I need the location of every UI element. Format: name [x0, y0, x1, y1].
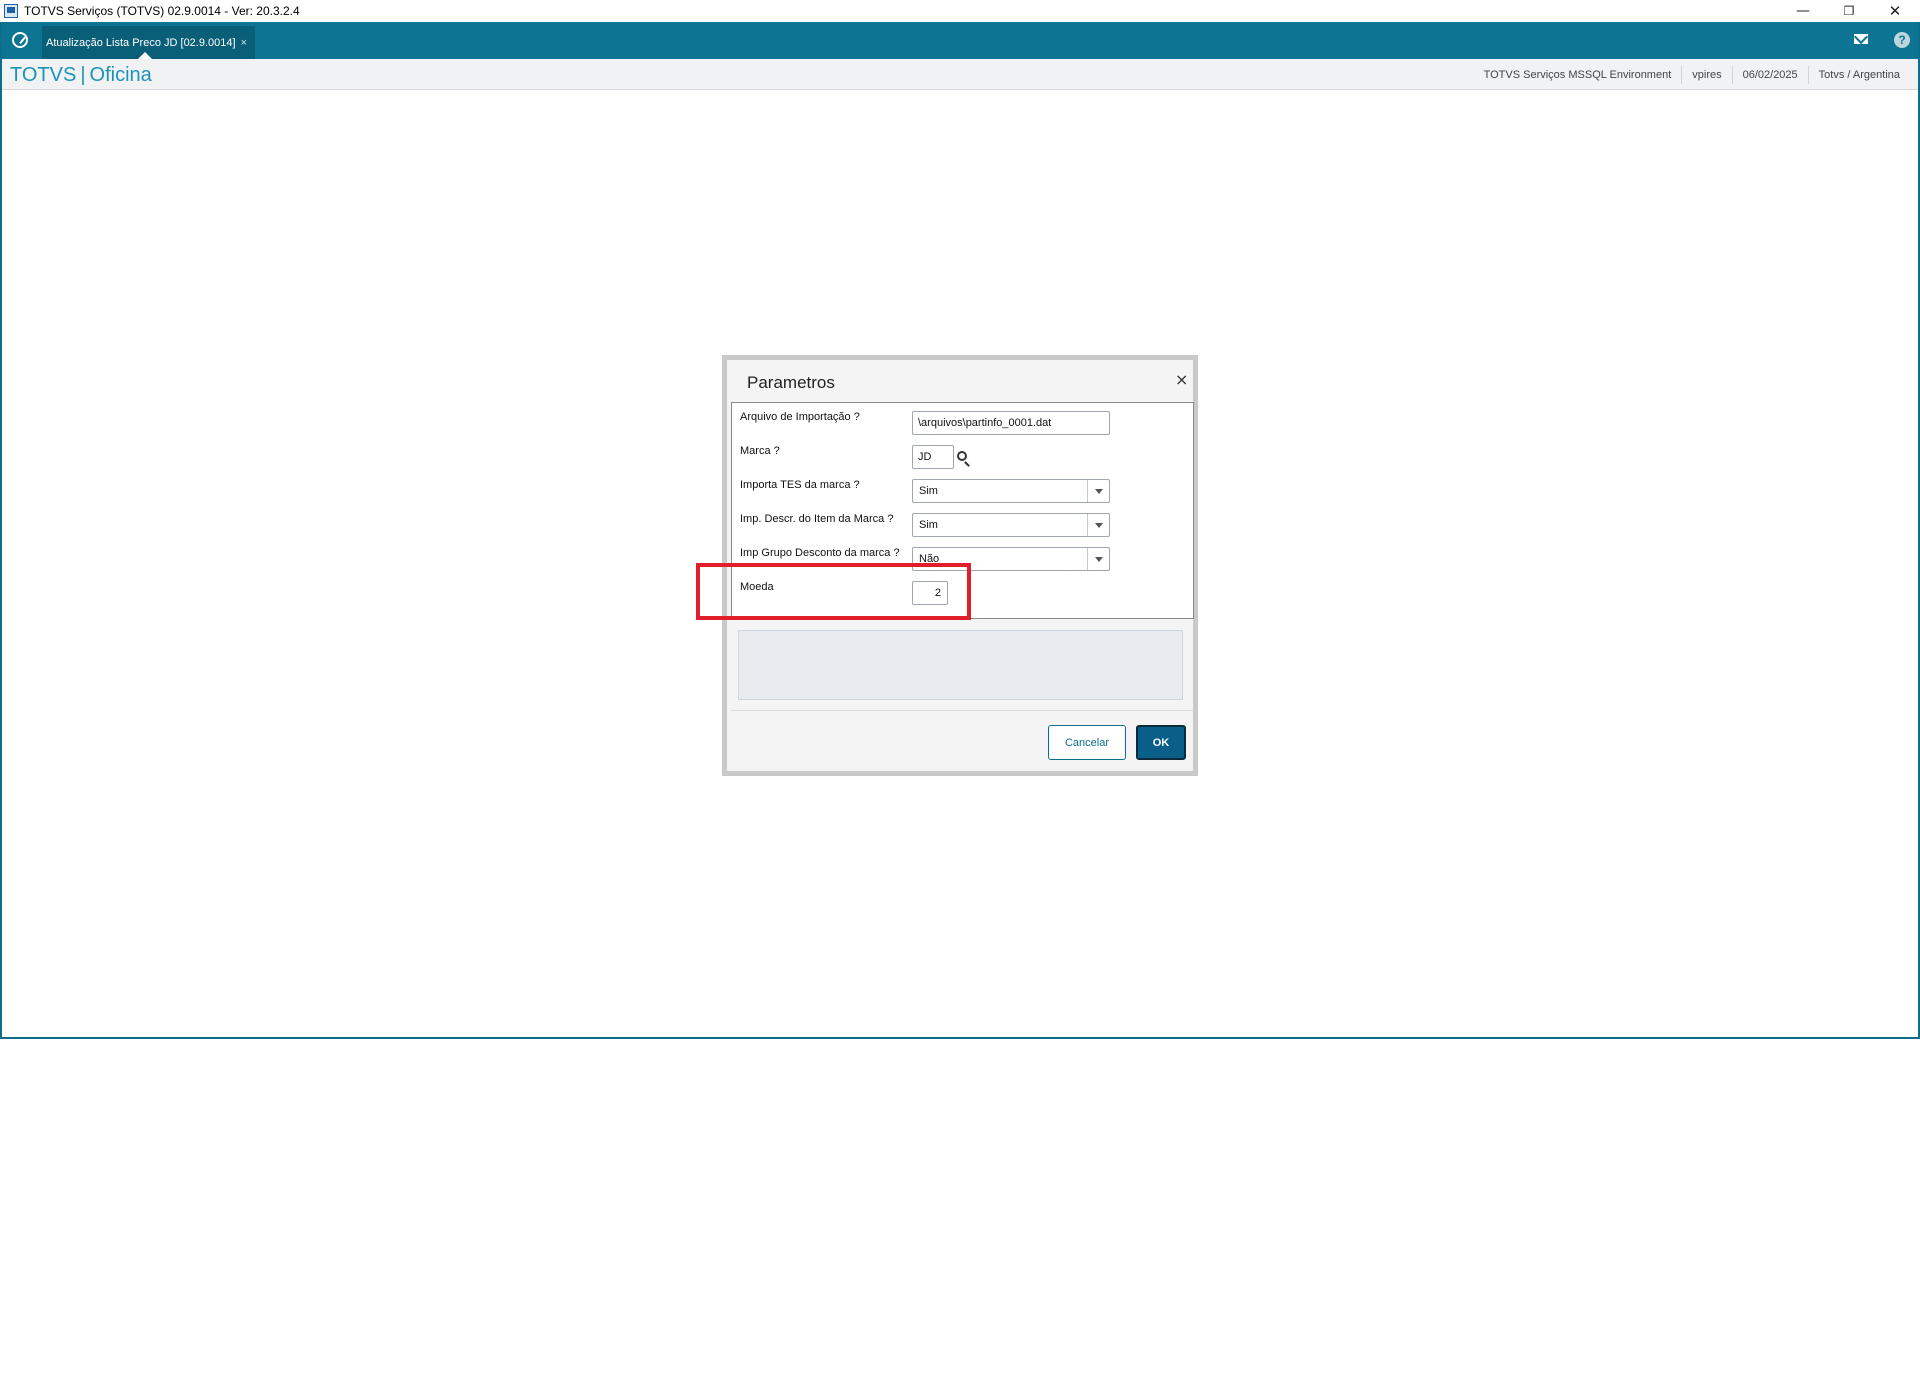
importa-tes-label: Importa TES da marca ?: [740, 479, 860, 491]
marca-input[interactable]: JD: [912, 445, 954, 469]
mail-icon[interactable]: [1854, 34, 1868, 44]
dialog-button-bar: Cancelar OK: [731, 710, 1194, 772]
app-header: TOTVS | Oficina TOTVS Serviços MSSQL Envir…: [2, 59, 1918, 90]
brand-totvs: TOTVS: [10, 64, 77, 86]
active-tab-indicator: [138, 52, 152, 59]
help-icon[interactable]: ?: [1894, 32, 1910, 48]
tab-label: Atualização Lista Preco JD [02.9.0014]: [46, 36, 236, 49]
arquivo-label: Arquivo de Importação ?: [740, 411, 860, 423]
minimize-button[interactable]: —: [1780, 0, 1826, 22]
chevron-down-icon[interactable]: [1087, 480, 1109, 502]
imp-descr-value: Sim: [919, 519, 938, 531]
home-icon[interactable]: [12, 32, 28, 48]
tab-bar: Atualização Lista Preco JD [02.9.0014] ×…: [2, 22, 1918, 59]
chevron-down-icon[interactable]: [1087, 548, 1109, 570]
session-info: TOTVS Serviços MSSQL Environment vpires …: [1474, 59, 1910, 90]
window-title: TOTVS Serviços (TOTVS) 02.9.0014 - Ver: …: [24, 4, 300, 18]
brand-separator: |: [80, 64, 86, 86]
brand-module: Oficina: [89, 64, 152, 86]
company-label: Totvs / Argentina: [1807, 65, 1910, 84]
window-titlebar: TOTVS Serviços (TOTVS) 02.9.0014 - Ver: …: [0, 0, 1920, 22]
brand-logo: TOTVS | Oficina: [10, 64, 152, 87]
imp-grupo-label: Imp Grupo Desconto da marca ?: [740, 547, 900, 559]
importa-tes-select[interactable]: Sim: [912, 479, 1110, 503]
dialog-title: Parametros: [747, 373, 835, 392]
environment-label: TOTVS Serviços MSSQL Environment: [1483, 68, 1672, 81]
importa-tes-value: Sim: [919, 485, 938, 497]
dialog-close-icon[interactable]: ×: [1175, 370, 1188, 389]
restore-button[interactable]: ❐: [1826, 0, 1872, 22]
imp-descr-select[interactable]: Sim: [912, 513, 1110, 537]
arquivo-input[interactable]: \arquivos\partinfo_0001.dat: [912, 411, 1110, 435]
chevron-down-icon[interactable]: [1087, 514, 1109, 536]
ok-button[interactable]: OK: [1136, 725, 1186, 760]
date-label: 06/02/2025: [1731, 65, 1808, 84]
user-label: vpires: [1681, 65, 1731, 84]
app-icon: [4, 4, 18, 18]
close-window-button[interactable]: ✕: [1872, 0, 1918, 22]
moeda-highlight-annotation: [696, 563, 971, 620]
tab-close-icon[interactable]: ×: [241, 37, 247, 49]
help-text-area: [738, 630, 1183, 700]
marca-label: Marca ?: [740, 445, 780, 457]
imp-descr-label: Imp. Descr. do Item da Marca ?: [740, 513, 894, 525]
cancel-button[interactable]: Cancelar: [1048, 725, 1126, 760]
search-icon[interactable]: [957, 451, 967, 461]
